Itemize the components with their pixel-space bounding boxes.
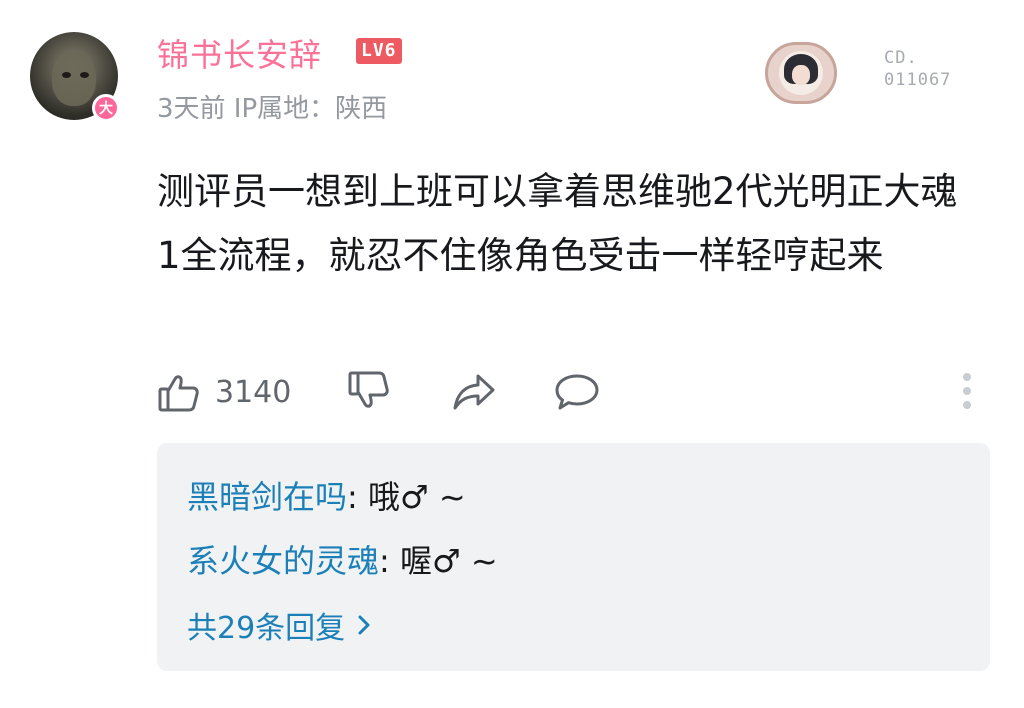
username[interactable]: 锦书长安辞 [157, 30, 322, 76]
decoration-prefix: CD. [884, 48, 918, 68]
view-all-replies-link[interactable]: 共29条回复 [187, 603, 371, 647]
reply-username[interactable]: 系火女的灵魂 [187, 542, 379, 580]
level-badge: LV6 [356, 38, 402, 64]
reply-text: 哦♂ ~ [367, 478, 466, 516]
reply-username[interactable]: 黑暗剑在吗 [187, 478, 347, 516]
reply-text: 喔♂ ~ [399, 542, 498, 580]
thumbs-down-icon [348, 371, 389, 408]
decoration-number: CD. 011067 [884, 47, 951, 91]
comment-bubble-icon [555, 374, 599, 410]
share-button[interactable] [451, 364, 497, 420]
reply-button[interactable] [553, 364, 601, 420]
reply-item[interactable]: 系火女的灵魂: 喔♂ ~ [187, 541, 498, 581]
reply-count-label: 共29条回复 [187, 611, 346, 646]
share-icon [453, 374, 495, 410]
reply-separator: : [379, 542, 400, 580]
reply-separator: : [347, 478, 368, 516]
like-button[interactable]: 3140 [157, 364, 291, 420]
avatar[interactable]: 大 [30, 32, 120, 122]
chevron-right-icon [358, 615, 370, 635]
dislike-button[interactable] [347, 364, 391, 420]
reply-preview-box[interactable]: 黑暗剑在吗: 哦♂ ~ 系火女的灵魂: 喔♂ ~ 共29条回复 [157, 443, 990, 671]
comment-meta: 3天前 IP属地：陕西 [157, 94, 388, 124]
thumbs-up-icon [158, 375, 199, 412]
decoration-id: 011067 [884, 70, 952, 90]
comment-text: 测评员一想到上班可以拿着思维驰2代光明正大魂1全流程，就忍不住像角色受击一样轻哼… [157, 170, 958, 277]
like-count: 3140 [215, 374, 292, 410]
more-vertical-icon[interactable] [957, 370, 977, 414]
reply-item[interactable]: 黑暗剑在吗: 哦♂ ~ [187, 477, 466, 517]
vip-badge: 大 [92, 94, 120, 122]
fan-decoration-badge[interactable] [765, 42, 837, 104]
comment-actions: 3140 [157, 364, 987, 420]
